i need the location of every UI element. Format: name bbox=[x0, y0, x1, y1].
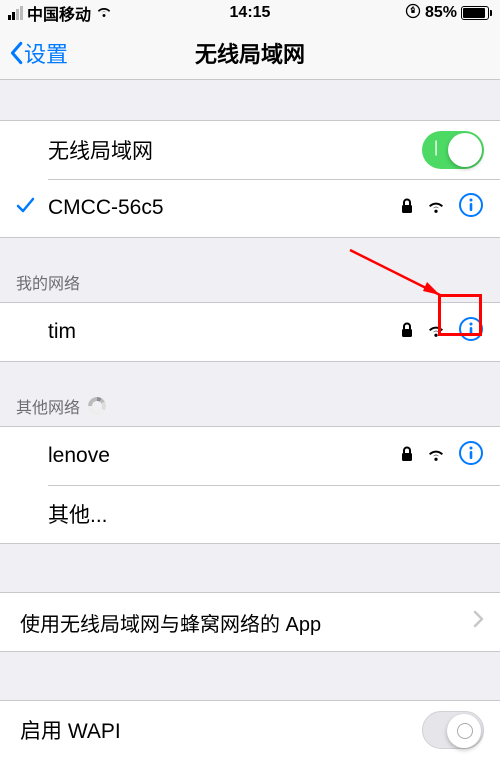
apps-group: 使用无线局域网与蜂窝网络的 App bbox=[0, 592, 500, 652]
loading-spinner-icon bbox=[88, 397, 106, 415]
wlan-toggle-row: 无线局域网 bbox=[0, 121, 500, 179]
rotation-lock-icon bbox=[405, 3, 421, 24]
wlan-group: 无线局域网 CMCC-56c5 bbox=[0, 120, 500, 238]
lock-icon bbox=[400, 196, 414, 220]
battery-percent: 85% bbox=[425, 4, 457, 22]
wifi-icon bbox=[426, 196, 446, 220]
chevron-left-icon bbox=[8, 41, 24, 65]
status-bar: 中国移动 14:15 85% bbox=[0, 0, 500, 26]
wapi-group: 启用 WAPI bbox=[0, 700, 500, 759]
connected-network-row[interactable]: CMCC-56c5 bbox=[0, 179, 500, 237]
back-label: 设置 bbox=[24, 37, 68, 69]
apps-using-label: 使用无线局域网与蜂窝网络的 App bbox=[20, 608, 472, 637]
network-row-lenove[interactable]: lenove bbox=[0, 427, 500, 485]
other-networks-header: 其他网络 bbox=[0, 394, 500, 426]
wapi-label: 启用 WAPI bbox=[20, 715, 422, 745]
nav-bar: 设置 无线局域网 bbox=[0, 26, 500, 80]
network-name: 其他... bbox=[48, 499, 484, 529]
other-networks-group: lenove 其他... bbox=[0, 426, 500, 544]
network-row-tim[interactable]: tim bbox=[0, 303, 500, 361]
checkmark-icon bbox=[14, 194, 36, 222]
battery-icon bbox=[461, 6, 492, 20]
connected-network-name: CMCC-56c5 bbox=[48, 196, 400, 220]
page-title: 无线局域网 bbox=[0, 37, 500, 69]
info-icon[interactable] bbox=[458, 192, 484, 224]
network-row-other[interactable]: 其他... bbox=[0, 485, 500, 543]
lock-icon bbox=[400, 444, 414, 468]
network-name: lenove bbox=[48, 444, 400, 468]
wapi-row: 启用 WAPI bbox=[0, 701, 500, 759]
my-networks-header: 我的网络 bbox=[0, 270, 500, 302]
back-button[interactable]: 设置 bbox=[0, 37, 68, 69]
wifi-icon bbox=[426, 444, 446, 468]
info-icon[interactable] bbox=[458, 440, 484, 472]
lock-icon bbox=[400, 320, 414, 344]
carrier-label: 中国移动 bbox=[27, 1, 91, 25]
wlan-toggle[interactable] bbox=[422, 131, 484, 169]
my-networks-group: tim bbox=[0, 302, 500, 362]
wifi-icon bbox=[426, 320, 446, 344]
wlan-toggle-label: 无线局域网 bbox=[48, 135, 422, 165]
apps-using-wlan-row[interactable]: 使用无线局域网与蜂窝网络的 App bbox=[0, 593, 500, 651]
wifi-status-icon bbox=[95, 4, 113, 23]
chevron-right-icon bbox=[472, 610, 484, 634]
network-name: tim bbox=[48, 320, 400, 344]
other-networks-header-label: 其他网络 bbox=[16, 394, 80, 418]
wapi-toggle[interactable] bbox=[422, 711, 484, 749]
signal-bars-icon bbox=[8, 6, 23, 20]
info-icon[interactable] bbox=[458, 316, 484, 348]
